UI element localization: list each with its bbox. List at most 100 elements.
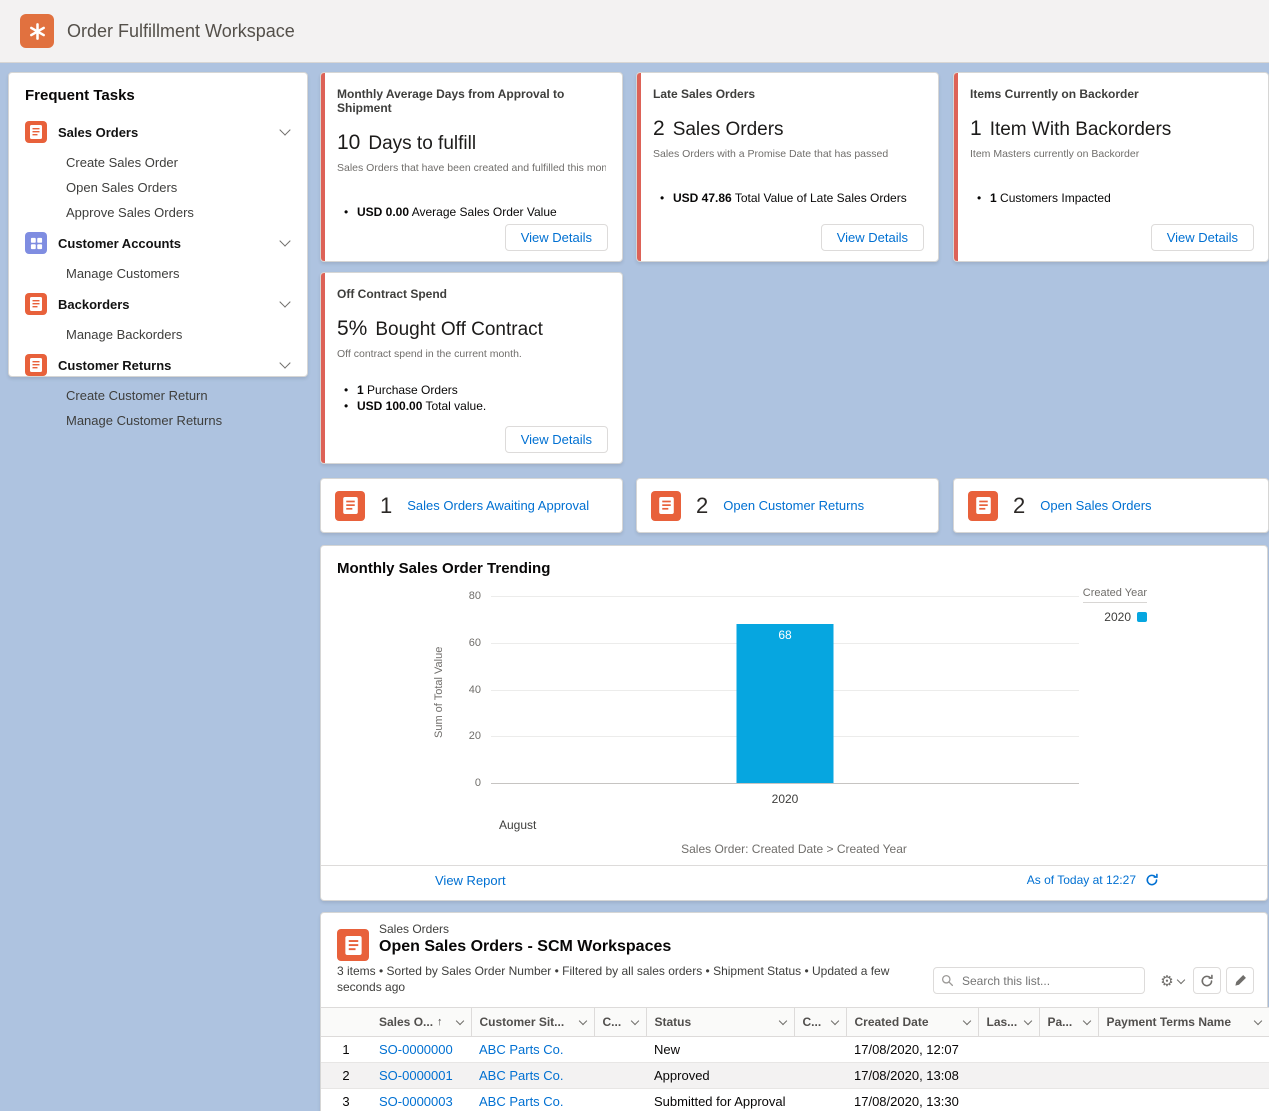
chevron-down-icon[interactable]	[455, 1016, 463, 1024]
sidebar-item-approve-sales-orders[interactable]: Approve Sales Orders	[9, 200, 307, 225]
chevron-down-icon[interactable]	[1254, 1016, 1262, 1024]
column-header-payment-terms-name[interactable]: Payment Terms Name	[1098, 1008, 1269, 1037]
sidebar-item-create-sales-order[interactable]: Create Sales Order	[9, 150, 307, 175]
kpi-link-sales-orders-awaiting-approval[interactable]: Sales Orders Awaiting Approval	[407, 498, 589, 513]
cell-empty	[794, 1063, 846, 1089]
bullet-value: USD 47.86	[673, 191, 732, 205]
list-meta: 3 items • Sorted by Sales Order Number •…	[337, 963, 915, 995]
sidebar-group-customer-accounts[interactable]: Customer Accounts	[9, 225, 307, 261]
metric-bullet: 1 Purchase Orders	[337, 382, 606, 398]
chevron-down-icon[interactable]	[578, 1016, 586, 1024]
chevron-down-icon[interactable]	[830, 1016, 838, 1024]
legend-item-2020: 2020	[1083, 610, 1147, 624]
list-settings-button[interactable]: ⚙	[1153, 967, 1191, 994]
bullet-value: 1	[357, 383, 364, 397]
chevron-down-icon[interactable]	[630, 1016, 638, 1024]
chart-bar[interactable]: 68	[737, 624, 834, 783]
view-details-button[interactable]: View Details	[1151, 224, 1254, 251]
column-header-sales-order[interactable]: Sales O...↑	[371, 1008, 471, 1037]
y-tick: 0	[445, 777, 481, 789]
view-details-button[interactable]: View Details	[505, 426, 608, 453]
kpi-link-open-customer-returns[interactable]: Open Customer Returns	[723, 498, 864, 513]
column-header-customer-site[interactable]: Customer Sit...	[471, 1008, 594, 1037]
workspace-icon	[20, 14, 54, 48]
legend-swatch	[1137, 612, 1147, 622]
sales-order-link[interactable]: SO-0000001	[379, 1068, 453, 1083]
kpi-link-open-sales-orders[interactable]: Open Sales Orders	[1040, 498, 1151, 513]
cell-created-date: 17/08/2020, 12:07	[846, 1037, 978, 1063]
chart-title: Monthly Sales Order Trending	[337, 560, 550, 577]
column-header-last[interactable]: Las...	[978, 1008, 1039, 1037]
y-axis-label: Sum of Total Value	[433, 624, 445, 760]
metric-bullet: USD 100.00 Total value.	[337, 398, 606, 414]
sidebar-item-manage-customers[interactable]: Manage Customers	[9, 261, 307, 286]
metric-headline: 1 Item With Backorders	[970, 117, 1252, 141]
list-edit-button[interactable]	[1226, 967, 1254, 994]
sidebar-group-backorders[interactable]: Backorders	[9, 286, 307, 322]
customer-site-link[interactable]: ABC Parts Co.	[479, 1094, 564, 1109]
view-report-link[interactable]: View Report	[435, 873, 506, 888]
legend-title: Created Year	[1083, 587, 1147, 603]
column-header-created-date[interactable]: Created Date	[846, 1008, 978, 1037]
cell-empty	[594, 1037, 646, 1063]
metric-bullet: USD 0.00 Average Sales Order Value	[337, 204, 606, 220]
customer-site-link[interactable]: ABC Parts Co.	[479, 1042, 564, 1057]
sidebar-group-customer-returns[interactable]: Customer Returns	[9, 347, 307, 383]
cell-customer-site: ABC Parts Co.	[471, 1089, 594, 1111]
cell-empty	[794, 1037, 846, 1063]
search-input[interactable]	[933, 967, 1145, 994]
customer-site-link[interactable]: ABC Parts Co.	[479, 1068, 564, 1083]
chevron-down-icon[interactable]	[1082, 1016, 1090, 1024]
column-header-c1[interactable]: C...	[594, 1008, 646, 1037]
list-refresh-button[interactable]	[1193, 967, 1221, 994]
sales-order-link[interactable]: SO-0000000	[379, 1042, 453, 1057]
cell-status: Submitted for Approval	[646, 1089, 794, 1111]
sidebar-item-manage-backorders[interactable]: Manage Backorders	[9, 322, 307, 347]
view-details-button[interactable]: View Details	[821, 224, 924, 251]
page-title: Order Fulfillment Workspace	[67, 21, 295, 42]
cell-empty	[1039, 1063, 1098, 1089]
divider	[321, 865, 1267, 866]
sidebar-item-open-sales-orders[interactable]: Open Sales Orders	[9, 175, 307, 200]
metric-bullet-list: 1 Purchase Orders USD 100.00 Total value…	[337, 382, 606, 414]
x-tick: 2020	[772, 792, 799, 806]
order-fulfillment-workspace: Order Fulfillment Workspace Frequent Tas…	[0, 0, 1269, 1111]
sidebar-item-manage-customer-returns[interactable]: Manage Customer Returns	[9, 408, 307, 433]
sidebar-item-create-customer-return[interactable]: Create Customer Return	[9, 383, 307, 408]
chart-legend: Created Year 2020	[1083, 587, 1147, 624]
cell-empty	[1039, 1037, 1098, 1063]
cell-empty	[1098, 1089, 1269, 1111]
chevron-down-icon[interactable]	[778, 1016, 786, 1024]
as-of-text: As of Today at 12:27	[1027, 873, 1136, 887]
sidebar-group-label: Customer Returns	[58, 358, 171, 373]
bullet-value: USD 100.00	[357, 399, 422, 413]
chevron-down-icon[interactable]	[1023, 1016, 1031, 1024]
bullet-text: Average Sales Order Value	[412, 205, 557, 219]
metric-bullet: 1 Customers Impacted	[970, 190, 1252, 206]
column-label: Las...	[987, 1015, 1018, 1029]
column-header-pa[interactable]: Pa...	[1039, 1008, 1098, 1037]
refresh-icon[interactable]	[1145, 873, 1159, 887]
chevron-down-icon	[279, 357, 290, 368]
sidebar-group-sales-orders[interactable]: Sales Orders	[9, 114, 307, 150]
customer-return-icon	[651, 491, 681, 521]
view-details-button[interactable]: View Details	[505, 224, 608, 251]
alert-stripe	[637, 73, 641, 261]
metric-value-label: Item With Backorders	[990, 119, 1172, 141]
customer-returns-icon	[25, 354, 47, 376]
metric-value: 5%	[337, 317, 367, 341]
kpi-card-open-customer-returns: 2 Open Customer Returns	[636, 478, 939, 533]
column-header-status[interactable]: Status	[646, 1008, 794, 1037]
kpi-count: 1	[380, 493, 392, 519]
pencil-icon	[1234, 974, 1247, 987]
chevron-down-icon	[279, 235, 290, 246]
column-label: C...	[603, 1015, 622, 1029]
column-label: C...	[803, 1015, 822, 1029]
bar-value-label: 68	[737, 624, 834, 642]
metric-card-late-sales-orders: Late Sales Orders 2 Sales Orders Sales O…	[636, 72, 939, 262]
sales-order-link[interactable]: SO-0000003	[379, 1094, 453, 1109]
chevron-down-icon[interactable]	[962, 1016, 970, 1024]
bullet-text: Customers Impacted	[1000, 191, 1111, 205]
chevron-down-icon	[279, 124, 290, 135]
column-header-c2[interactable]: C...	[794, 1008, 846, 1037]
